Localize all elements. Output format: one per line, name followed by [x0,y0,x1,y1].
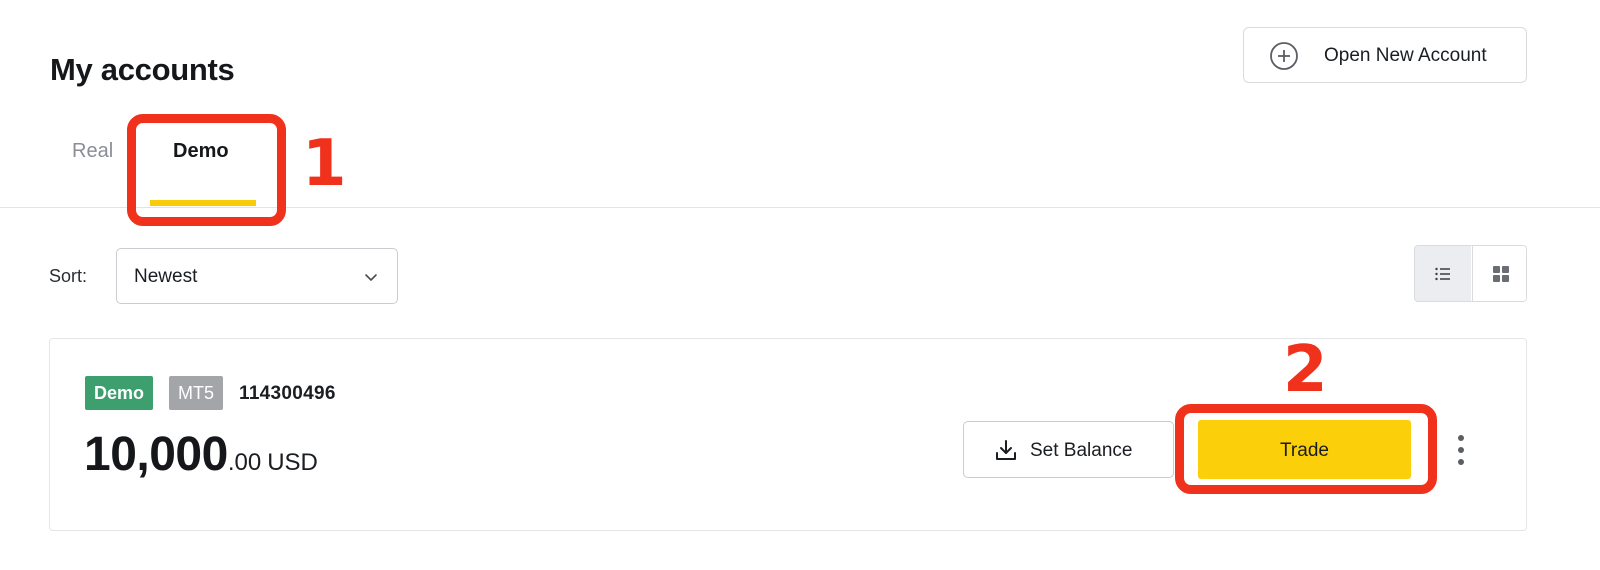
open-new-account-label: Open New Account [1324,45,1487,66]
account-balance: 10,000 .00 USD [84,427,318,482]
account-type-badge: Demo [85,376,154,410]
annotation-highlight-demo-tab [127,114,286,226]
more-vertical-icon [1458,435,1464,441]
open-new-account-button[interactable]: Open New Account [1243,27,1527,83]
annotation-number-2: 2 [1283,333,1328,407]
sort-dropdown-value: Newest [134,266,198,287]
grid-view-icon [1493,266,1509,282]
set-balance-button[interactable]: Set Balance [963,421,1174,478]
grid-view-button[interactable] [1472,246,1526,301]
balance-decimal: .00 [227,449,262,476]
active-tab-indicator [150,200,256,206]
download-icon [996,440,1016,460]
set-balance-label: Set Balance [1030,440,1133,461]
trade-button[interactable]: Trade [1198,420,1411,479]
balance-currency: USD [267,449,318,476]
platform-badge: MT5 [169,376,223,410]
sort-dropdown[interactable]: Newest [116,248,398,304]
tab-demo[interactable]: Demo [173,140,229,163]
chevron-down-icon [365,274,377,281]
list-view-icon [1435,267,1450,281]
plus-circle-icon [1270,42,1298,70]
tabs-divider [0,207,1600,208]
sort-label: Sort: [49,266,88,286]
account-number: 114300496 [239,383,336,404]
trade-label: Trade [1280,440,1329,461]
list-view-button[interactable] [1415,246,1471,301]
balance-integer: 10,000 [84,428,228,481]
view-toggle [1414,245,1527,302]
annotation-number-1: 1 [302,127,347,201]
more-options-button[interactable] [1450,433,1472,467]
tab-real[interactable]: Real [72,140,113,163]
page-title: My accounts [50,52,235,87]
